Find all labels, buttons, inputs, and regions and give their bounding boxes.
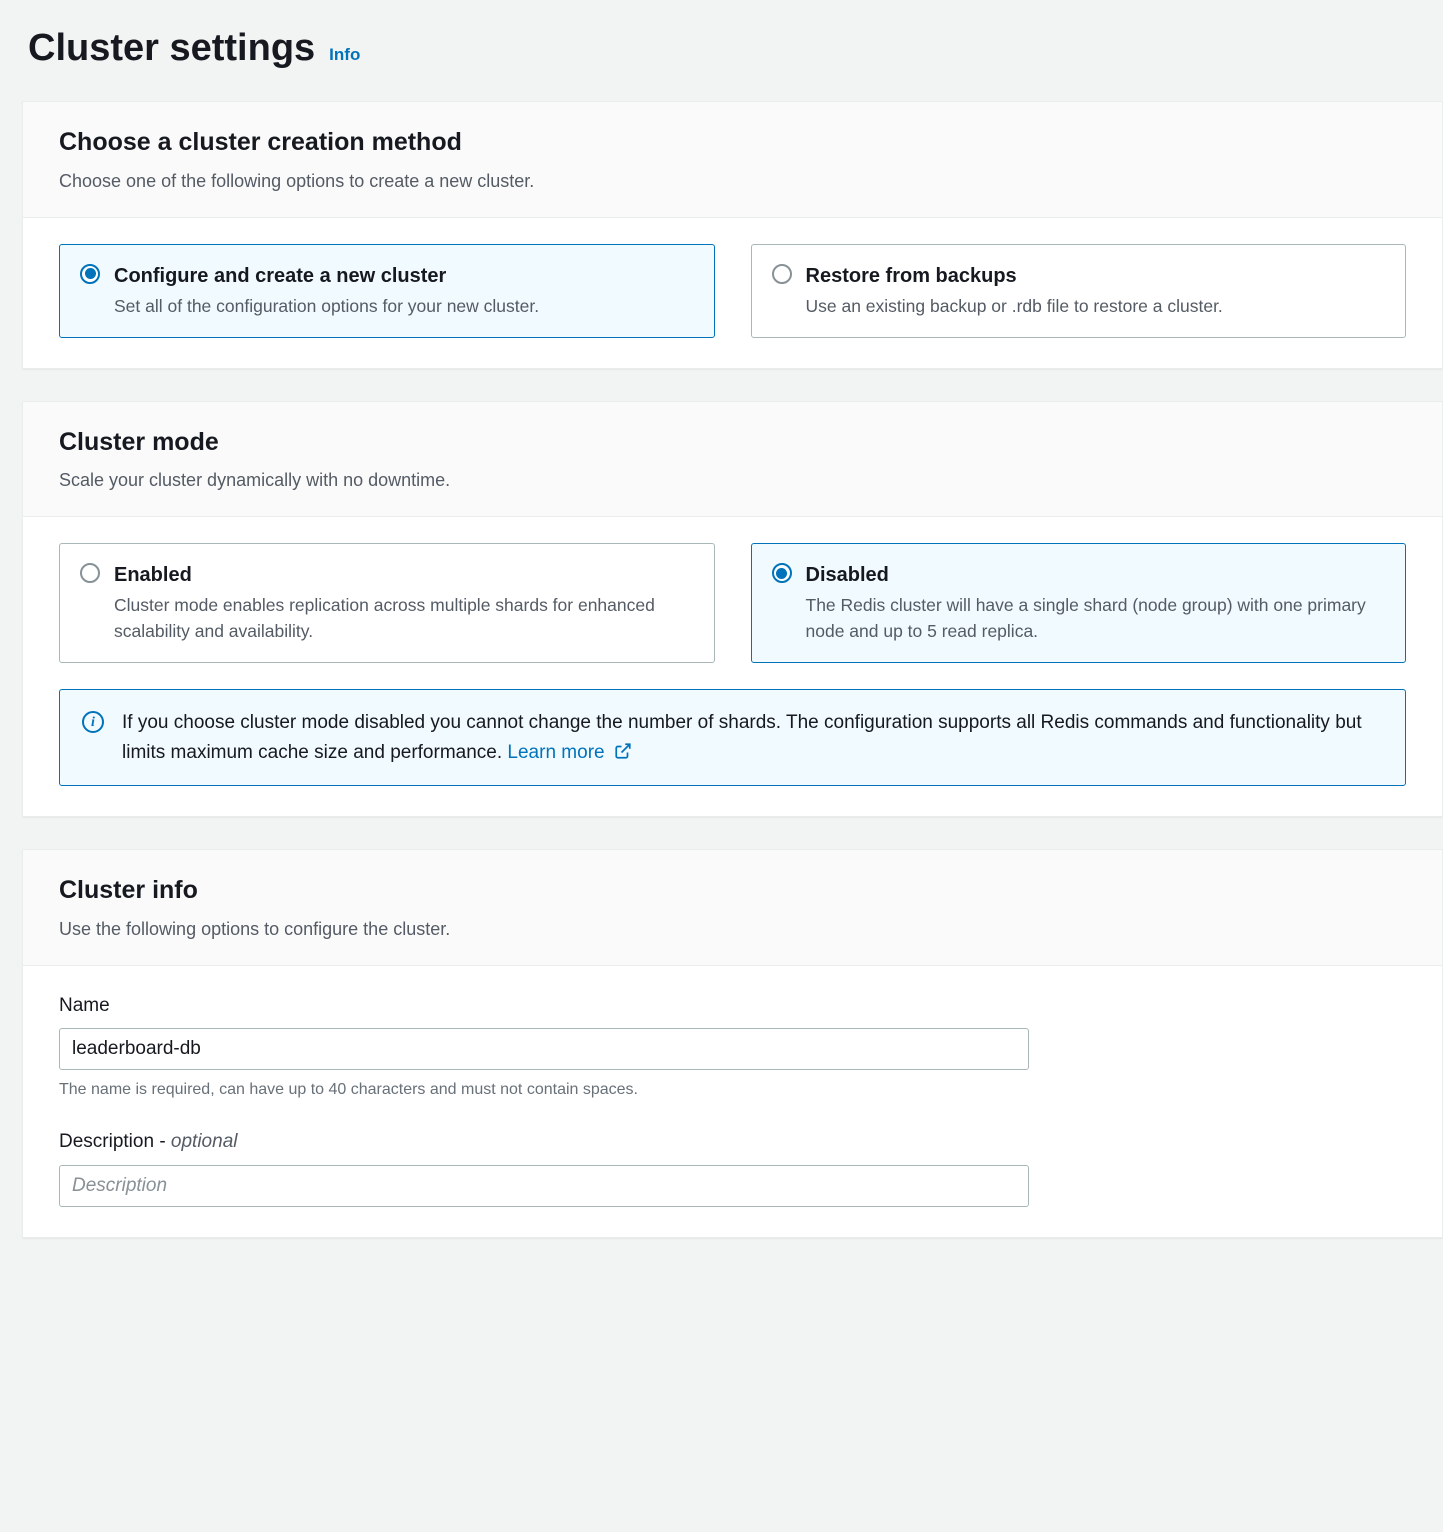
radio-icon (772, 563, 792, 583)
option-desc: Set all of the configuration options for… (114, 294, 694, 319)
panel-header: Cluster info Use the following options t… (23, 850, 1442, 966)
cluster-mode-panel: Cluster mode Scale your cluster dynamica… (22, 401, 1443, 817)
panel-subtitle: Use the following options to configure t… (59, 916, 1406, 943)
name-label: Name (59, 992, 1406, 1021)
option-title: Restore from backups (806, 261, 1386, 291)
info-link[interactable]: Info (329, 42, 360, 68)
option-title: Configure and create a new cluster (114, 261, 694, 291)
panel-header: Cluster mode Scale your cluster dynamica… (23, 402, 1442, 518)
description-label: Description - optional (59, 1128, 1406, 1157)
alert-text: If you choose cluster mode disabled you … (122, 708, 1383, 767)
description-input[interactable] (59, 1165, 1029, 1207)
option-desc: Use an existing backup or .rdb file to r… (806, 294, 1386, 319)
external-link-icon (614, 742, 632, 760)
description-label-optional: optional (171, 1131, 238, 1152)
panel-subtitle: Scale your cluster dynamically with no d… (59, 467, 1406, 494)
cluster-info-panel: Cluster info Use the following options t… (22, 849, 1443, 1238)
option-configure-new[interactable]: Configure and create a new cluster Set a… (59, 244, 715, 338)
option-desc: The Redis cluster will have a single sha… (806, 593, 1386, 644)
alert-message: If you choose cluster mode disabled you … (122, 712, 1362, 762)
info-icon: i (82, 711, 104, 733)
panel-subtitle: Choose one of the following options to c… (59, 168, 1406, 195)
radio-icon (80, 264, 100, 284)
name-input[interactable] (59, 1028, 1029, 1070)
name-field-group: Name The name is required, can have up t… (59, 992, 1406, 1103)
page-header: Cluster settings Info (0, 0, 1443, 101)
option-title: Disabled (806, 560, 1386, 590)
panel-title: Choose a cluster creation method (59, 124, 1406, 162)
radio-icon (80, 563, 100, 583)
radio-icon (772, 264, 792, 284)
option-cluster-enabled[interactable]: Enabled Cluster mode enables replication… (59, 543, 715, 663)
option-desc: Cluster mode enables replication across … (114, 593, 694, 644)
description-label-main: Description - (59, 1131, 171, 1152)
page-title: Cluster settings (28, 20, 315, 77)
cluster-mode-alert: i If you choose cluster mode disabled yo… (59, 689, 1406, 786)
learn-more-label: Learn more (507, 742, 604, 763)
learn-more-link[interactable]: Learn more (507, 742, 631, 763)
panel-title: Cluster mode (59, 424, 1406, 462)
panel-header: Choose a cluster creation method Choose … (23, 102, 1442, 218)
option-title: Enabled (114, 560, 694, 590)
description-field-group: Description - optional (59, 1128, 1406, 1207)
option-restore-backups[interactable]: Restore from backups Use an existing bac… (751, 244, 1407, 338)
option-cluster-disabled[interactable]: Disabled The Redis cluster will have a s… (751, 543, 1407, 663)
name-helper: The name is required, can have up to 40 … (59, 1078, 1406, 1102)
creation-method-panel: Choose a cluster creation method Choose … (22, 101, 1443, 369)
panel-title: Cluster info (59, 872, 1406, 910)
